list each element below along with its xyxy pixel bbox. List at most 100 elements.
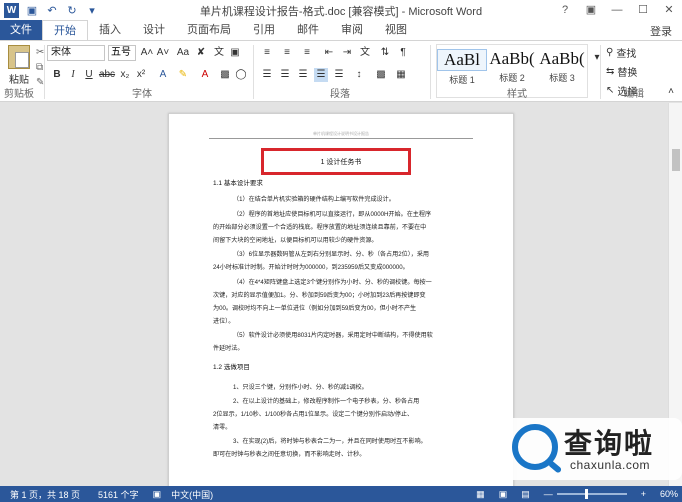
style-preview: AaBb(: [489, 49, 535, 68]
justify-icon[interactable]: ☰: [314, 68, 328, 82]
increase-indent-icon[interactable]: ⇥: [340, 46, 354, 60]
body-line: 为00。调校时均不向上一单位进位（例如分加到59后变为00，但小时不产生: [213, 305, 417, 312]
language[interactable]: 中文(中国): [171, 488, 213, 501]
zoom-level[interactable]: 60%: [660, 489, 678, 499]
underline-button[interactable]: U: [82, 68, 96, 82]
body-line: 进位）。: [213, 318, 235, 325]
font-name-select[interactable]: 宋体: [47, 45, 105, 61]
ribbon-display-button[interactable]: ▣: [578, 0, 604, 20]
divider: [253, 45, 254, 99]
styles-group-label: 样式: [507, 89, 527, 100]
body-line: （5）软件设计必须使用8031片内定时器，采用定时中断结构，不得使用软: [233, 332, 433, 339]
section-heading: 1.2 选做项目: [213, 364, 250, 371]
tab-file[interactable]: 文件: [0, 20, 42, 40]
body-line: 的开始部分必须设置一个合适的栈底。程序放置的地址须连续且靠前，不要在中: [213, 224, 427, 231]
proofing-icon[interactable]: ▣: [153, 489, 162, 500]
cursor-icon: ↖: [606, 85, 615, 96]
section-heading: 1.1 基本设计要求: [213, 180, 263, 187]
tab-mailings[interactable]: 邮件: [286, 20, 330, 40]
login-link[interactable]: 登录: [650, 23, 672, 39]
grow-font-icon[interactable]: A˄: [140, 46, 154, 60]
numbering-icon[interactable]: ≡: [280, 46, 294, 60]
tab-design[interactable]: 设计: [132, 20, 176, 40]
body-line: 2、在以上设计的基础上，修改程序制作一个电子秒表，分、秒各占用: [233, 398, 420, 405]
highlight-icon[interactable]: ✎: [176, 68, 190, 82]
minimize-button[interactable]: —: [604, 0, 630, 20]
replace-button[interactable]: ⇆ 替换: [606, 64, 637, 79]
style-heading-1[interactable]: AaBl 标题 1: [437, 45, 487, 97]
header-rule: [209, 138, 473, 139]
char-border-icon[interactable]: ▣: [228, 46, 242, 60]
shrink-font-icon[interactable]: A˅: [156, 46, 170, 60]
enclosed-char-icon[interactable]: ◯: [234, 68, 248, 82]
shading-icon[interactable]: ▩: [374, 68, 388, 82]
watermark: 查询啦 chaxunla.com: [504, 418, 682, 480]
paste-label: 粘贴: [9, 75, 29, 86]
tab-home[interactable]: 开始: [42, 20, 88, 40]
collapse-ribbon-icon[interactable]: ˄: [664, 85, 678, 99]
change-case-button[interactable]: Aa: [176, 46, 190, 60]
style-heading-3[interactable]: AaBb( 标题 3: [537, 45, 587, 97]
decrease-indent-icon[interactable]: ⇤: [322, 46, 336, 60]
style-name: 标题 2: [499, 73, 525, 83]
divider: [600, 45, 601, 99]
text-effects-icon[interactable]: A: [156, 68, 170, 82]
bullets-icon[interactable]: ≡: [260, 46, 274, 60]
close-button[interactable]: ✕: [656, 0, 682, 20]
zoom-control: ▦ ▣ ▤ — + 60%: [466, 486, 678, 502]
zoom-in-icon[interactable]: +: [641, 489, 646, 499]
tab-insert[interactable]: 插入: [88, 20, 132, 40]
style-preview: AaBl: [437, 49, 487, 71]
document-page[interactable]: 单片机课程设计说明书设计报告 1 设计任务书 1.1 基本设计要求 （1）在结合…: [168, 113, 514, 486]
print-layout-icon[interactable]: ▣: [499, 489, 508, 500]
zoom-slider[interactable]: [556, 489, 627, 499]
superscript-button[interactable]: x²: [134, 68, 148, 82]
sort-icon[interactable]: ⇅: [378, 46, 392, 60]
body-line: （4）在4*4矩阵键盘上选定3个键分别作为小时、分、秒的调校键。每按一: [233, 279, 432, 286]
strikethrough-button[interactable]: abc: [98, 68, 116, 82]
font-color-button[interactable]: A: [198, 68, 212, 82]
tab-review[interactable]: 审阅: [330, 20, 374, 40]
zoom-out-icon[interactable]: —: [544, 489, 553, 499]
page-count[interactable]: 第 1 页，共 18 页: [10, 488, 80, 501]
find-button[interactable]: ⚲ 查找: [606, 45, 637, 60]
styles-more-icon[interactable]: ▾: [590, 51, 604, 65]
web-layout-icon[interactable]: ▤: [521, 489, 530, 500]
font-size-select[interactable]: 五号: [108, 45, 136, 61]
chinese-layout-icon[interactable]: 文: [358, 46, 372, 60]
style-preview: AaBb(: [539, 49, 585, 68]
scrollbar-thumb[interactable]: [672, 149, 680, 171]
italic-button[interactable]: I: [66, 68, 80, 82]
show-marks-icon[interactable]: ¶: [396, 46, 410, 60]
borders-icon[interactable]: ▦: [394, 68, 408, 82]
paste-button[interactable]: 粘贴: [4, 45, 34, 86]
word-count[interactable]: 5161 个字: [98, 488, 139, 501]
tab-page-layout[interactable]: 页面布局: [176, 20, 242, 40]
body-line: 2位显示，1/10秒、1/100秒各占用1位显示。设定二个键分别作启动/停止、: [213, 411, 414, 418]
align-right-icon[interactable]: ☰: [296, 68, 310, 82]
align-center-icon[interactable]: ☰: [278, 68, 292, 82]
subscript-button[interactable]: x₂: [118, 68, 132, 82]
maximize-button[interactable]: ☐: [630, 0, 656, 20]
help-button[interactable]: ?: [552, 0, 578, 20]
status-bar: 第 1 页，共 18 页 5161 个字 ▣ 中文(中国) ▦ ▣ ▤ — + …: [0, 486, 682, 502]
clear-format-icon[interactable]: ✘: [194, 46, 208, 60]
clipboard-group-label: 剪贴板: [4, 89, 34, 100]
tab-references[interactable]: 引用: [242, 20, 286, 40]
body-line: （1）在结合单片机实验箱的硬件结构上编写软件完成设计。: [233, 196, 395, 203]
body-line: 清零。: [213, 424, 232, 431]
bold-button[interactable]: B: [50, 68, 64, 82]
char-shading-icon[interactable]: ▩: [218, 68, 232, 82]
body-line: 件延时法。: [213, 345, 244, 352]
phonetic-guide-icon[interactable]: 文: [212, 46, 226, 60]
title-bar: W ▣ ↶ ↻ ▾ 单片机课程设计报告-格式.doc [兼容模式] - Micr…: [0, 0, 682, 20]
read-mode-icon[interactable]: ▦: [476, 489, 485, 500]
replace-label: 替换: [617, 68, 638, 79]
clipboard-icon: [8, 45, 30, 69]
align-left-icon[interactable]: ☰: [260, 68, 274, 82]
multilevel-list-icon[interactable]: ≡: [300, 46, 314, 60]
line-spacing-icon[interactable]: ↕: [352, 68, 366, 82]
body-line: 1、只设三个键，分别作小时、分、秒的减1调校。: [233, 384, 368, 391]
distributed-icon[interactable]: ☰: [332, 68, 346, 82]
tab-view[interactable]: 视图: [374, 20, 418, 40]
